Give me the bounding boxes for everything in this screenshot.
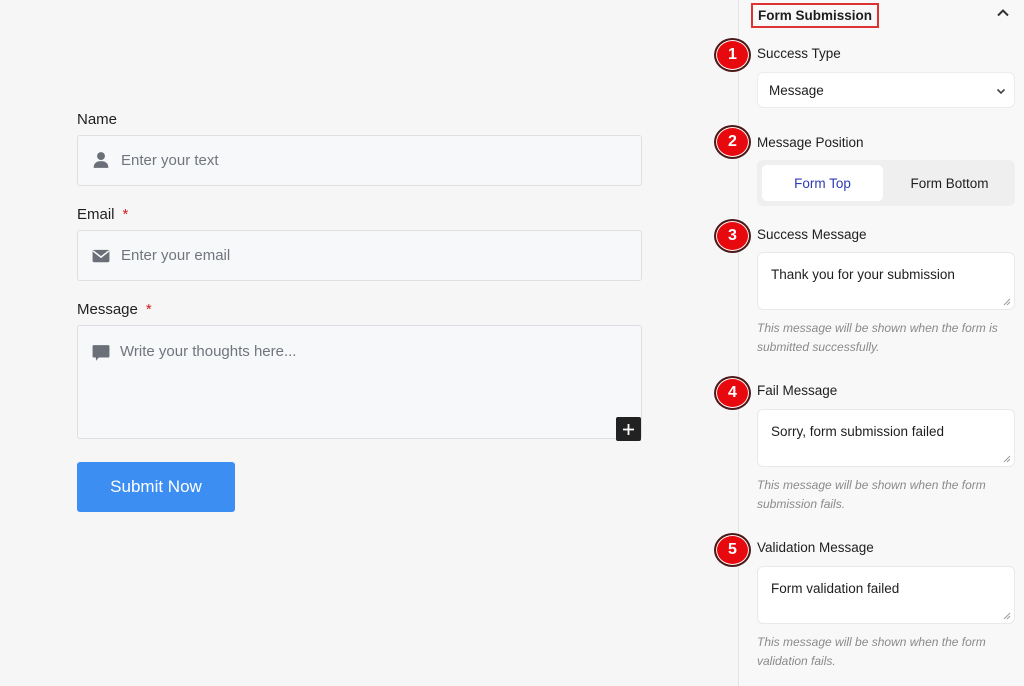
plus-icon: [623, 423, 634, 435]
validation-message-help: This message will be shown when the form…: [757, 635, 986, 668]
form-bottom-option[interactable]: Form Bottom: [889, 165, 1010, 201]
email-input[interactable]: Enter your email: [77, 230, 642, 281]
form-top-option[interactable]: Form Top: [762, 165, 883, 201]
resize-grip-icon[interactable]: [1003, 455, 1011, 463]
user-icon: [93, 152, 109, 168]
validation-message-label: Validation Message: [757, 540, 874, 555]
message-label: Message *: [77, 301, 152, 318]
email-label: Email *: [77, 206, 129, 223]
add-element-button[interactable]: [616, 417, 641, 441]
success-message-textarea[interactable]: Thank you for your submission: [757, 252, 1015, 310]
chevron-down-icon: [996, 88, 1006, 95]
callout-badge-2: 2: [714, 125, 751, 159]
message-position-toggle: Form Top Form Bottom: [757, 160, 1015, 206]
name-label: Name: [77, 111, 118, 128]
submit-button[interactable]: Submit Now: [77, 462, 235, 512]
fail-message-value: Sorry, form submission failed: [771, 424, 945, 439]
validation-message-value: Form validation failed: [771, 581, 900, 596]
name-placeholder: Enter your text: [121, 152, 219, 169]
success-message-label: Success Message: [757, 227, 867, 242]
settings-panel: Form Submission Success Type Message Mes…: [738, 0, 1024, 686]
callout-badge-4: 4: [714, 376, 751, 410]
email-placeholder: Enter your email: [121, 247, 231, 264]
envelope-icon: [92, 249, 110, 263]
fail-message-textarea[interactable]: Sorry, form submission failed: [757, 409, 1015, 467]
required-mark: *: [122, 206, 129, 223]
success-type-select[interactable]: Message: [757, 72, 1015, 108]
fail-message-help: This message will be shown when the form…: [757, 478, 986, 511]
success-message-value: Thank you for your submission: [771, 267, 955, 282]
panel-title[interactable]: Form Submission: [751, 3, 880, 28]
message-position-label: Message Position: [757, 135, 864, 150]
required-mark: *: [145, 301, 152, 318]
message-placeholder: Write your thoughts here...: [120, 343, 297, 360]
message-textarea[interactable]: Write your thoughts here...: [77, 325, 642, 439]
resize-grip-icon[interactable]: [1003, 298, 1011, 306]
success-type-value: Message: [769, 83, 824, 98]
fail-message-label: Fail Message: [757, 383, 838, 398]
form-preview: Name Enter your text Email * Enter your e…: [0, 0, 738, 686]
chevron-up-icon[interactable]: [996, 6, 1010, 20]
callout-badge-1: 1: [714, 38, 751, 72]
success-type-label: Success Type: [757, 46, 841, 61]
comment-icon: [92, 345, 110, 361]
success-message-help: This message will be shown when the form…: [757, 321, 998, 354]
name-input[interactable]: Enter your text: [77, 135, 642, 186]
resize-grip-icon[interactable]: [1003, 612, 1011, 620]
validation-message-textarea[interactable]: Form validation failed: [757, 566, 1015, 624]
callout-badge-5: 5: [714, 533, 751, 567]
callout-badge-3: 3: [714, 219, 751, 253]
